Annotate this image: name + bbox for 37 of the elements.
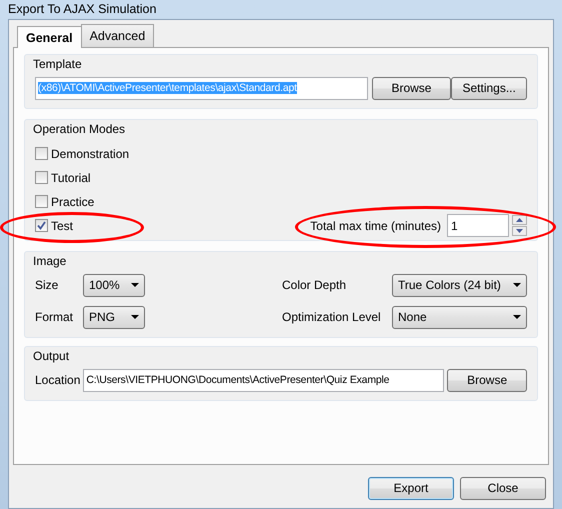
button[interactable]: Export [368,476,454,500]
checkbox[interactable] [35,147,48,160]
caret-icon [513,283,521,288]
checkbox-label: Demonstration [51,146,130,163]
checkbox-label: Tutorial [51,170,91,187]
field-label: Format [35,309,74,326]
group-title: Template [32,56,83,73]
caret-icon [131,315,139,320]
field-label: Optimization Level [282,309,382,326]
dropdown[interactable]: PNG [83,306,145,329]
tab[interactable]: General [17,26,82,48]
dropdown[interactable]: None [392,306,527,329]
field-label: Total max time (minutes) [310,218,441,235]
field-label: Location [35,372,80,390]
dropdown[interactable]: 100% [83,274,145,297]
checkbox[interactable] [35,195,48,208]
spinner[interactable] [512,215,527,236]
checkbox-label: Test [51,218,74,235]
dropdown[interactable]: True Colors (24 bit) [392,274,527,297]
field-label: Color Depth [282,277,348,294]
button[interactable]: Browse [372,76,452,100]
button[interactable]: Browse [447,368,527,392]
field-label: Size [35,277,60,294]
group-title: Output [32,348,70,365]
group-title: Operation Modes [32,120,126,138]
caret-icon [513,315,521,320]
caret-icon [131,283,139,288]
tab[interactable]: Advanced [80,24,154,48]
group-title: Image [32,252,68,270]
button[interactable]: Close [460,476,546,500]
checkbox[interactable] [35,219,48,232]
path-field[interactable]: C:\Users\VIETPHUONG\Documents\ActivePresenter\Quiz Example [83,368,444,392]
button[interactable]: Settings... [451,76,527,100]
number-field[interactable]: 1 [447,214,509,238]
checkbox[interactable] [35,171,48,184]
checkbox-label: Practice [51,194,94,211]
window-title: Export To AJAX Simulation [8,1,156,18]
